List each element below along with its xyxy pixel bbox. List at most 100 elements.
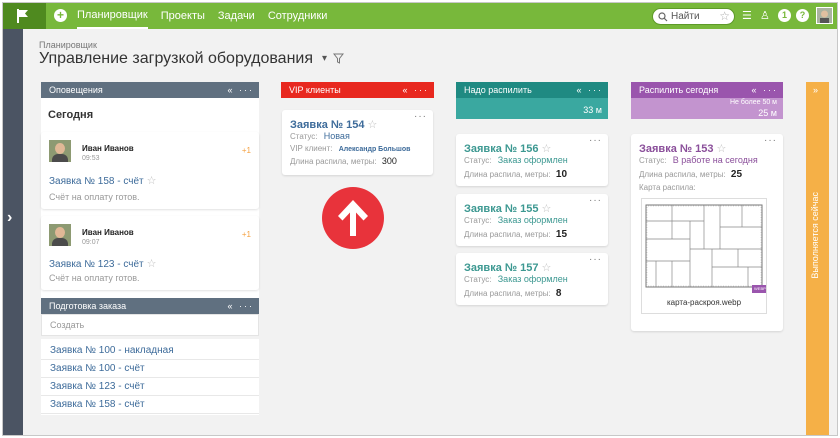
star-icon[interactable]: ☆ — [542, 203, 552, 215]
order-title[interactable]: Заявка № 155 ☆ — [464, 202, 551, 215]
star-icon[interactable]: ☆ — [542, 143, 552, 155]
menu-icon[interactable]: ☰ — [742, 9, 752, 23]
length-row: Длина распила, метры: 300 — [290, 156, 397, 166]
order-title[interactable]: Заявка № 156 ☆ — [464, 142, 551, 155]
column-title: Оповещения — [49, 85, 103, 95]
notification-count: +1 — [241, 146, 251, 155]
list-item[interactable]: Заявка № 123 - счёт — [41, 378, 259, 396]
nav-tasks[interactable]: Задачи — [218, 3, 255, 29]
list-item[interactable]: Заявка № 158 - счёт — [41, 396, 259, 414]
column-controls[interactable]: « ··· — [752, 82, 779, 98]
column-header-notifications: Оповещения « ··· — [41, 82, 259, 98]
column-title: Подготовка заказа — [49, 301, 127, 311]
notification-text: Счёт на оплату готов. — [49, 192, 140, 202]
more-icon[interactable]: ··· — [589, 135, 602, 146]
order-title[interactable]: Заявка № 157 ☆ — [464, 261, 551, 274]
notification-card[interactable]: Иван Иванов 09:53 +1 Заявка № 158 - счёт… — [41, 132, 259, 209]
search-icon — [658, 12, 668, 22]
column-controls[interactable]: « ··· — [403, 82, 430, 98]
map-label: Карта распила: — [639, 183, 696, 192]
order-card[interactable]: ··· Заявка № 157 ☆ Статус: Заказ оформлен… — [456, 253, 608, 305]
notification-link[interactable]: Заявка № 123 - счёт ☆ — [49, 257, 156, 270]
breadcrumb[interactable]: Планировщик — [39, 40, 97, 50]
length-value: 300 — [381, 156, 397, 166]
more-icon[interactable]: ··· — [589, 195, 602, 206]
list-item[interactable]: Заявка № 100 - накладная — [41, 342, 259, 360]
cut-map-attachment[interactable]: WEBP карта-раскроя.webp — [641, 198, 767, 314]
cut-map-thumbnail — [645, 204, 766, 293]
column-controls[interactable]: « ··· — [577, 82, 604, 98]
length-row: Длина распила, метры: 25 — [639, 169, 743, 180]
status-row: Статус: В работе на сегодня — [639, 155, 758, 165]
arrow-up-icon — [338, 200, 368, 236]
order-card[interactable]: ··· Заявка № 155 ☆ Статус: Заказ оформлен… — [456, 194, 608, 246]
order-card[interactable]: ··· Заявка № 156 ☆ Статус: Заказ оформлен… — [456, 134, 608, 186]
nav-employees[interactable]: Сотрудники — [268, 3, 328, 29]
more-icon[interactable]: ··· — [764, 135, 777, 146]
notification-time: 09:53 — [82, 155, 100, 162]
filter-icon[interactable] — [333, 53, 344, 64]
order-card[interactable]: ··· Заявка № 154 ☆ Статус: Новая VIP клие… — [282, 110, 433, 175]
summary-total: 25 м — [758, 108, 777, 118]
flag-icon — [17, 9, 28, 23]
more-icon[interactable]: ··· — [589, 254, 602, 265]
nav-planner[interactable]: Планировщик — [77, 3, 148, 29]
user-avatar[interactable] — [816, 7, 833, 24]
column-header-need-cut: Надо распилить « ··· — [456, 82, 608, 98]
order-title[interactable]: Заявка № 153 ☆ — [639, 142, 726, 155]
column-title: VIP клиенты — [289, 85, 341, 95]
search-input[interactable]: Найти ☆ — [652, 8, 735, 25]
client-value[interactable]: Александр Большов — [339, 146, 411, 153]
notifications-badge[interactable]: 1 — [778, 9, 791, 22]
status-row: Статус: Заказ оформлен — [464, 274, 568, 284]
length-value: 25 — [730, 169, 743, 180]
star-icon[interactable]: ☆ — [147, 258, 157, 270]
column-header-cut-today: Распилить сегодня « ··· — [631, 82, 783, 98]
expand-icon[interactable]: » — [813, 85, 818, 95]
search-placeholder: Найти — [671, 11, 700, 22]
star-icon[interactable]: ☆ — [368, 119, 378, 131]
column-title: Надо распилить — [464, 85, 532, 95]
top-bar: + Планировщик Проекты Задачи Сотрудники … — [3, 3, 837, 29]
more-icon[interactable]: ··· — [414, 111, 427, 122]
star-icon[interactable]: ☆ — [719, 9, 730, 23]
order-title[interactable]: Заявка № 154 ☆ — [290, 118, 377, 131]
star-icon[interactable]: ☆ — [717, 143, 727, 155]
move-up-button[interactable] — [322, 187, 384, 249]
client-row: VIP клиент: Александр Большов — [290, 144, 411, 153]
length-value: 8 — [555, 288, 562, 299]
author-name: Иван Иванов — [82, 228, 134, 237]
column-summary: Не более 50 м 25 м — [631, 98, 783, 119]
person-icon[interactable]: ♙ — [760, 9, 770, 23]
notification-count: +1 — [241, 230, 251, 239]
column-title: Распилить сегодня — [639, 85, 719, 95]
create-input[interactable]: Создать — [41, 314, 259, 336]
star-icon[interactable]: ☆ — [542, 262, 552, 274]
status-value: Заказ оформлен — [497, 215, 568, 225]
list-item[interactable]: Заявка № 100 - счёт — [41, 360, 259, 378]
file-name[interactable]: карта-раскроя.webp — [642, 298, 766, 307]
star-icon[interactable]: ☆ — [147, 175, 157, 187]
status-row: Статус: Заказ оформлен — [464, 215, 568, 225]
chevron-right-icon[interactable]: › — [7, 209, 12, 227]
left-rail[interactable]: › — [3, 29, 23, 435]
notification-text: Счёт на оплату готов. — [49, 273, 140, 283]
column-in-progress-collapsed[interactable]: » Выполняется сейчас — [806, 82, 829, 435]
length-row: Длина распила, метры: 15 — [464, 229, 568, 240]
file-type-badge: WEBP — [754, 286, 766, 291]
page-title: Управление загрузкой оборудования — [39, 50, 314, 67]
main-nav: Планировщик Проекты Задачи Сотрудники — [77, 3, 340, 29]
chevron-down-icon[interactable]: ▾ — [322, 53, 327, 64]
column-summary: 33 м — [456, 98, 608, 119]
column-title: Выполняется сейчас — [810, 192, 820, 279]
column-controls[interactable]: « ··· — [228, 82, 255, 98]
notification-link[interactable]: Заявка № 158 - счёт ☆ — [49, 174, 156, 187]
nav-projects[interactable]: Проекты — [161, 3, 205, 29]
add-icon[interactable]: + — [54, 9, 67, 22]
author-name: Иван Иванов — [82, 144, 134, 153]
column-controls[interactable]: « ··· — [228, 298, 255, 314]
status-value: В работе на сегодня — [672, 155, 758, 165]
logo[interactable] — [3, 3, 46, 29]
help-icon[interactable]: ? — [796, 9, 809, 22]
notification-card[interactable]: Иван Иванов 09:07 +1 Заявка № 123 - счёт… — [41, 216, 259, 290]
